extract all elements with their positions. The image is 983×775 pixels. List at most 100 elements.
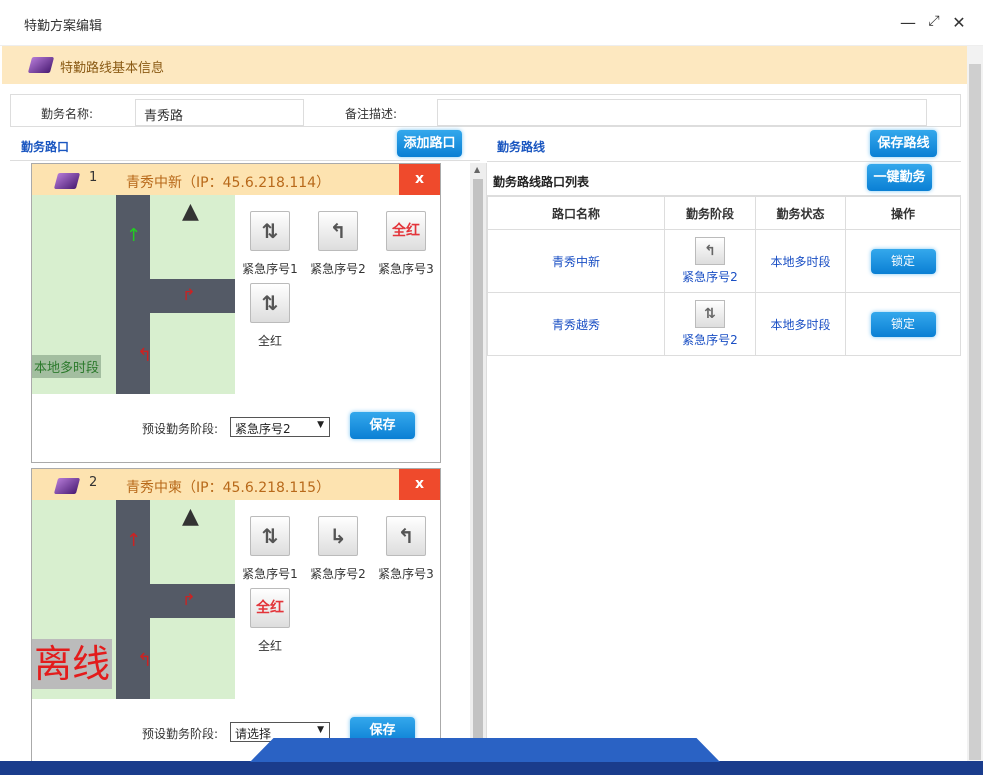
cell-phase: ↰ 紧急序号2 [664, 229, 756, 293]
intersection-map: ▲ ↑ ↰ ↱ 离线 [32, 500, 235, 699]
save-button[interactable]: 保存 [350, 412, 415, 439]
folder-icon [27, 57, 55, 73]
card-header: 2 青秀中柬（IP：45.6.218.115） x [32, 469, 440, 500]
cell-status: 本地多时段 [755, 292, 846, 356]
phase-option[interactable]: ⇅ [250, 516, 290, 556]
phase-option[interactable]: 全红 [386, 211, 426, 251]
minimize-icon[interactable]: — [898, 13, 918, 32]
north-arrow-icon: ▲ [182, 199, 199, 224]
phase-option[interactable]: ↰ [318, 211, 358, 251]
phase-label: 紧急序号2 [310, 567, 366, 581]
table-row: 青秀越秀 ⇅ 紧急序号2 本地多时段 锁定 [487, 292, 961, 356]
preset-label: 预设勤务阶段: [142, 422, 219, 436]
lock-button[interactable]: 锁定 [870, 311, 936, 337]
col-header: 勤务状态 [755, 196, 846, 230]
chevron-down-icon: ▼ [317, 420, 324, 430]
preset-select[interactable]: 紧急序号2 ▼ [230, 417, 330, 437]
basic-info-form: 勤务名称: 青秀路 备注描述: [10, 94, 961, 127]
map-status-label: 本地多时段 [32, 355, 102, 378]
signal-arrow-icon: ↑ [126, 530, 142, 551]
lock-button[interactable]: 锁定 [870, 248, 936, 274]
cell-name: 青秀中新 [487, 229, 665, 293]
phase-option[interactable]: 全红 [250, 588, 290, 628]
name-field[interactable]: 青秀路 [135, 99, 304, 126]
signal-arrow-icon: ↰ [137, 345, 153, 366]
left-scrollbar[interactable]: ▲ [470, 163, 486, 763]
phase-text: 紧急序号2 [682, 270, 738, 284]
remove-card-button[interactable]: x [399, 469, 440, 500]
intersection-card: 1 青秀中新（IP：45.6.218.114） x ▲ ↑ ↰ ↱ 本地多时段 … [31, 163, 441, 463]
preset-select-value: 请选择 [235, 727, 272, 741]
divider [487, 161, 961, 162]
cell-action: 锁定 [845, 292, 961, 356]
card-number: 1 [89, 170, 98, 185]
intersections-title: 勤务路口 [21, 140, 70, 154]
chevron-down-icon: ▼ [317, 725, 324, 735]
table-header-row: 路口名称 勤务阶段 勤务状态 操作 [487, 196, 961, 230]
remark-label: 备注描述: [345, 107, 398, 121]
preset-select-value: 紧急序号2 [235, 422, 291, 436]
card-header: 1 青秀中新（IP：45.6.218.114） x [32, 164, 440, 195]
scroll-thumb[interactable] [473, 179, 483, 751]
col-header: 勤务阶段 [664, 196, 756, 230]
north-arrow-icon: ▲ [182, 504, 199, 529]
cell-status: 本地多时段 [755, 229, 846, 293]
phase-option[interactable]: ⇅ [250, 211, 290, 251]
phase-label: 全红 [257, 334, 282, 348]
divider [10, 160, 480, 161]
signal-arrow-icon: ↱ [182, 285, 196, 304]
intersection-map: ▲ ↑ ↰ ↱ 本地多时段 [32, 195, 235, 394]
save-route-button[interactable]: 保存路线 [870, 130, 937, 157]
window-scrollbar[interactable] [967, 46, 983, 762]
list-title: 勤务路线路口列表 [493, 175, 590, 189]
phase-label: 紧急序号1 [242, 567, 298, 581]
name-label: 勤务名称: [41, 107, 94, 121]
section-title: 特勤路线基本信息 [60, 61, 165, 76]
window-title: 特勤方案编辑 [24, 19, 103, 34]
col-header: 操作 [845, 196, 961, 230]
intersection-card: 2 青秀中柬（IP：45.6.218.115） x ▲ ↑ ↰ ↱ 离线 ⇅ 紧… [31, 468, 441, 768]
route-title: 勤务路线 [497, 140, 546, 154]
card-title: 青秀中柬（IP：45.6.218.115） [126, 480, 331, 496]
one-key-duty-button[interactable]: 一键勤务 [867, 164, 932, 191]
section-header: 特勤路线基本信息 [2, 46, 967, 84]
phase-icon: ↰ [695, 237, 725, 265]
phase-text: 紧急序号2 [682, 333, 738, 347]
phase-option[interactable]: ⇅ [250, 283, 290, 323]
folder-icon [53, 173, 81, 189]
scroll-up-icon[interactable]: ▲ [474, 165, 480, 174]
card-number: 2 [89, 475, 98, 490]
table-row: 青秀中新 ↰ 紧急序号2 本地多时段 锁定 [487, 229, 961, 293]
taskbar-tab [250, 738, 720, 762]
remove-card-button[interactable]: x [399, 164, 440, 195]
cell-phase: ⇅ 紧急序号2 [664, 292, 756, 356]
folder-icon [53, 478, 81, 494]
scroll-thumb[interactable] [969, 64, 981, 760]
phase-label: 紧急序号1 [242, 262, 298, 276]
road-horizontal [116, 279, 235, 313]
phase-label: 紧急序号3 [378, 567, 434, 581]
phase-label: 全红 [257, 639, 282, 653]
phase-label: 紧急序号2 [310, 262, 366, 276]
title-bar: 特勤方案编辑 — ⤢ ✕ [0, 0, 983, 46]
cell-name: 青秀越秀 [487, 292, 665, 356]
road-horizontal [116, 584, 235, 618]
taskbar [0, 761, 983, 775]
close-icon[interactable]: ✕ [949, 13, 969, 32]
remark-field[interactable] [437, 99, 927, 126]
cell-action: 锁定 [845, 229, 961, 293]
add-intersection-button[interactable]: 添加路口 [397, 130, 462, 157]
phase-option[interactable]: ↰ [386, 516, 426, 556]
signal-arrow-icon: ↰ [137, 650, 153, 671]
maximize-icon[interactable]: ⤢ [924, 13, 944, 29]
route-table: 路口名称 勤务阶段 勤务状态 操作 青秀中新 ↰ 紧急序号2 本地多时段 锁定 … [487, 196, 961, 356]
phase-icon: ⇅ [695, 300, 725, 328]
phase-label: 紧急序号3 [378, 262, 434, 276]
card-title: 青秀中新（IP：45.6.218.114） [126, 175, 331, 191]
phase-option[interactable]: ↳ [318, 516, 358, 556]
signal-arrow-icon: ↑ [126, 225, 142, 246]
col-header: 路口名称 [487, 196, 665, 230]
map-status-label: 离线 [32, 639, 112, 689]
preset-label: 预设勤务阶段: [142, 727, 219, 741]
signal-arrow-icon: ↱ [182, 590, 196, 609]
